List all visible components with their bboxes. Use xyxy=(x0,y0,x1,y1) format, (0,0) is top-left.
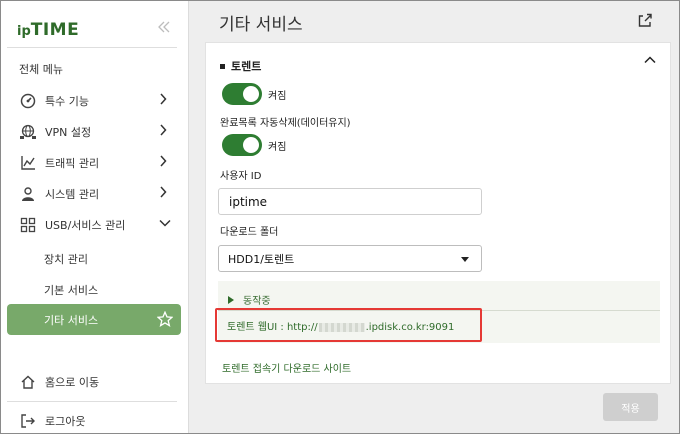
user-id-input[interactable] xyxy=(218,188,482,215)
caret-down-icon xyxy=(461,257,469,262)
sidebar-item-traffic[interactable]: 트래픽 관리 xyxy=(1,147,189,178)
select-value: HDD1/토렌트 xyxy=(228,252,295,266)
chevron-right-icon xyxy=(159,186,169,200)
apply-button[interactable]: 적용 xyxy=(603,393,658,421)
iptime-logo[interactable]: ipTIME xyxy=(17,20,79,40)
sidebar-item-label: USB/서비스 관리 xyxy=(45,218,126,232)
toggle-knob xyxy=(243,86,259,102)
triangle-right-icon xyxy=(228,295,234,304)
sidebar-divider xyxy=(7,47,177,48)
sidebar-subitem-device[interactable]: 장치 관리 xyxy=(44,251,88,267)
grid-apps-icon xyxy=(19,216,37,234)
sidebar-divider xyxy=(7,401,177,402)
torrent-card: 토렌트 켜짐 완료목록 자동삭제(데이터유지) 켜짐 사용자 ID 다운로드 폴… xyxy=(205,42,671,384)
app-window: ipTIME 전체 메뉴 특수 기능 VPN 설정 트래픽 관리 시스템 관리 … xyxy=(0,0,680,434)
sidebar-subitem-basic-service[interactable]: 기본 서비스 xyxy=(44,282,98,298)
torrent-enable-toggle[interactable] xyxy=(222,83,262,105)
auto-delete-toggle[interactable] xyxy=(222,134,262,156)
user-gear-icon xyxy=(19,185,37,203)
sidebar-item-logout[interactable]: 로그아웃 xyxy=(1,405,189,433)
chevron-down-icon xyxy=(159,217,171,231)
sidebar-subitem-other-service[interactable]: 기타 서비스 xyxy=(7,304,181,335)
torrent-toggle-row: 켜짐 xyxy=(222,83,286,105)
logout-icon xyxy=(19,412,37,430)
home-icon xyxy=(19,373,37,391)
page-title: 기타 서비스 xyxy=(219,15,303,35)
sidebar-item-special-features[interactable]: 특수 기능 xyxy=(1,85,189,116)
globe-network-icon xyxy=(19,123,37,141)
sidebar-item-label: 로그아웃 xyxy=(45,414,86,428)
sidebar-item-label: 특수 기능 xyxy=(45,94,89,108)
sidebar-item-vpn[interactable]: VPN 설정 xyxy=(1,116,189,147)
double-chevron-left-icon[interactable] xyxy=(157,21,171,36)
menu-title: 전체 메뉴 xyxy=(19,63,63,76)
download-site-link[interactable]: 토렌트 접속기 다운로드 사이트 xyxy=(222,360,351,375)
chevron-right-icon xyxy=(159,124,169,138)
chevron-right-icon xyxy=(159,93,169,107)
sidebar-item-label: 시스템 관리 xyxy=(45,187,100,201)
line-chart-icon xyxy=(19,154,37,172)
speedometer-icon xyxy=(19,92,37,110)
sidebar-item-usb-service[interactable]: USB/서비스 관리 xyxy=(1,209,189,240)
status-label: 동작중 xyxy=(243,296,271,307)
highlight-box xyxy=(215,308,482,342)
star-icon[interactable] xyxy=(156,310,174,330)
sidebar-item-label: 홈으로 이동 xyxy=(45,375,100,389)
sidebar-item-label: 기타 서비스 xyxy=(44,313,99,327)
toggle-state-label: 켜짐 xyxy=(268,141,287,153)
download-folder-label: 다운로드 폴더 xyxy=(220,227,279,238)
section-title: 토렌트 xyxy=(220,58,261,74)
auto-delete-label: 완료목록 자동삭제(데이터유지) xyxy=(220,118,351,129)
chevron-up-icon[interactable] xyxy=(644,55,656,68)
toggle-state-label: 켜짐 xyxy=(268,90,287,102)
sidebar: ipTIME 전체 메뉴 특수 기능 VPN 설정 트래픽 관리 시스템 관리 … xyxy=(1,1,189,433)
share-icon[interactable] xyxy=(637,12,653,31)
bullet-square-icon xyxy=(220,63,225,69)
sidebar-item-home[interactable]: 홈으로 이동 xyxy=(1,366,189,397)
main-content: 기타 서비스 토렌트 켜짐 완료목록 자동삭제(데이터유지) 켜짐 사용자 ID xyxy=(189,1,679,433)
toggle-knob xyxy=(243,137,259,153)
sidebar-item-label: VPN 설정 xyxy=(45,125,92,139)
auto-delete-toggle-row: 켜짐 xyxy=(222,134,286,156)
sidebar-item-system[interactable]: 시스템 관리 xyxy=(1,178,189,209)
chevron-right-icon xyxy=(159,155,169,169)
download-folder-select[interactable]: HDD1/토렌트 xyxy=(218,245,482,272)
status-toggle[interactable]: 동작중 xyxy=(228,292,271,307)
user-id-label: 사용자 ID xyxy=(220,171,262,182)
sidebar-item-label: 트래픽 관리 xyxy=(45,156,100,170)
